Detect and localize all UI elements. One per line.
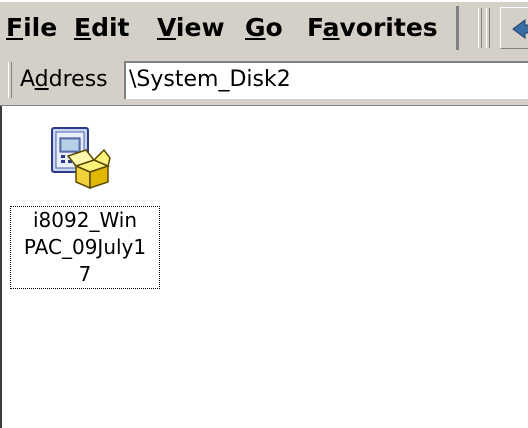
menu-favorites[interactable]: Favorites [307, 11, 438, 45]
back-arrow-icon [512, 19, 528, 39]
address-input[interactable]: \System_Disk2 [124, 61, 528, 99]
address-label: Address [20, 67, 108, 92]
file-name-line-2: PAC_09July1 [23, 235, 147, 259]
installer-package-icon[interactable] [48, 126, 112, 190]
window-left-border [0, 106, 2, 428]
file-name-label[interactable]: i8092_Win PAC_09July1 7 [10, 206, 160, 289]
menu-file[interactable]: File [6, 11, 57, 45]
toolbar-gripper-2[interactable] [486, 8, 490, 48]
file-name-line-1: i8092_Win [32, 208, 138, 232]
menu-bar-end-divider [456, 6, 459, 50]
file-view[interactable]: i8092_Win PAC_09July1 7 [0, 106, 528, 428]
menu-edit[interactable]: Edit [74, 11, 130, 45]
menu-view[interactable]: View [157, 11, 225, 45]
menu-bar: File Edit View Go Favorites [0, 0, 528, 54]
toolbar-gripper[interactable] [478, 8, 482, 48]
address-bar: Address \System_Disk2 [0, 54, 528, 106]
menu-go[interactable]: Go [245, 11, 283, 45]
back-button[interactable] [500, 7, 528, 49]
address-bar-gripper[interactable] [8, 62, 12, 98]
file-name-line-3: 7 [78, 262, 92, 286]
